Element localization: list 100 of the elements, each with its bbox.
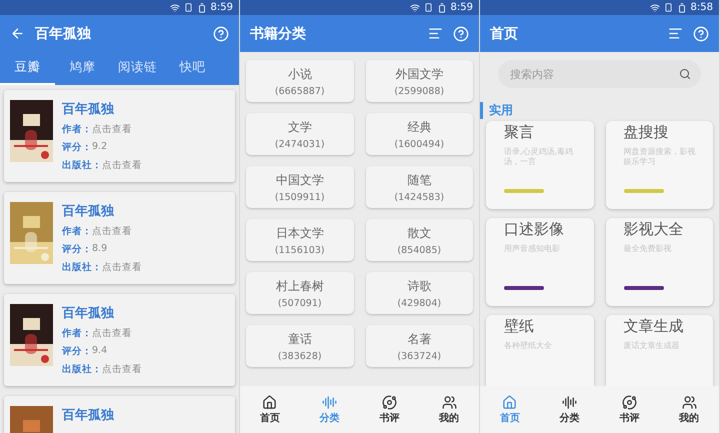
- field-value: 点击查看: [102, 363, 142, 376]
- category-card[interactable]: 诗歌 (429804): [366, 272, 473, 314]
- category-name: 文学: [288, 118, 312, 136]
- category-count: (1509911): [274, 192, 325, 202]
- menu-button[interactable]: [428, 26, 443, 41]
- battery-icon: [436, 2, 447, 12]
- nav-tab[interactable]: 分类: [320, 394, 340, 424]
- home-icon: [502, 394, 518, 410]
- planet-icon: [622, 394, 637, 410]
- category-card[interactable]: 文学 (2474031): [246, 113, 354, 155]
- help-button[interactable]: [693, 26, 709, 42]
- source-tab[interactable]: 快吧: [165, 52, 220, 85]
- status-time: 8:58: [690, 2, 713, 13]
- nav-tab[interactable]: 我的: [679, 394, 700, 424]
- wifi-icon: [650, 2, 660, 12]
- tool-name: 影视大全: [624, 220, 684, 239]
- source-tab[interactable]: 鸠摩: [55, 52, 110, 85]
- field-value: 9.4: [92, 345, 108, 358]
- book-card[interactable]: 百年孤独: [4, 396, 235, 433]
- category-name: 经典: [407, 118, 432, 136]
- people-icon: [682, 394, 697, 410]
- back-button[interactable]: [10, 26, 25, 41]
- category-count: (2474031): [274, 138, 325, 150]
- category-count: (2599088): [394, 86, 444, 96]
- field-label: 出版社：: [62, 363, 102, 376]
- battery-icon: [676, 2, 687, 12]
- field-label: 作者：: [62, 225, 92, 238]
- field-label: 作者：: [62, 327, 92, 340]
- screen-title: 百年孤独: [35, 24, 92, 42]
- category-count: (1600494): [394, 138, 444, 150]
- field-value: 点击查看: [92, 123, 132, 136]
- category-name: 名著: [407, 330, 432, 348]
- field-label: 评分：: [62, 243, 92, 256]
- category-card[interactable]: 随笔 (1424583): [366, 166, 473, 208]
- nav-tab[interactable]: 分类: [560, 394, 580, 424]
- category-card[interactable]: 名著 (363724): [366, 325, 473, 367]
- help-button[interactable]: [453, 26, 469, 42]
- category-count: (383628): [278, 350, 322, 362]
- screen-title: 首页: [490, 24, 519, 42]
- planet-icon: [382, 394, 397, 410]
- book-title: 百年孤独: [62, 305, 115, 322]
- screen-title: 书籍分类: [250, 24, 307, 42]
- nav-tab[interactable]: 首页: [500, 394, 520, 424]
- tool-name: 口述影像: [504, 220, 565, 239]
- wifi-icon: [170, 2, 180, 12]
- category-name: 日本文学: [276, 224, 324, 242]
- field-value: 点击查看: [92, 327, 132, 340]
- source-tab[interactable]: 阅读链: [110, 52, 165, 85]
- book-card[interactable]: 百年孤独 作者：点击查看 评分：8.9 出版社：点击查看: [4, 192, 235, 284]
- category-name: 随笔: [407, 172, 432, 188]
- category-name: 中国文学: [276, 172, 324, 188]
- field-value: 点击查看: [102, 159, 142, 172]
- category-card[interactable]: 散文 (854085): [366, 219, 473, 261]
- field-value: 点击查看: [102, 261, 142, 274]
- category-name: 童话: [288, 330, 312, 348]
- field-label: 作者：: [62, 123, 92, 136]
- category-card[interactable]: 外国文学 (2599088): [366, 60, 473, 102]
- category-count: (1424583): [394, 192, 444, 202]
- category-name: 外国文学: [395, 66, 444, 82]
- category-card[interactable]: 经典 (1600494): [366, 113, 473, 155]
- search-icon: [679, 68, 691, 80]
- category-name: 诗歌: [407, 278, 432, 294]
- wifi-icon: [410, 2, 420, 12]
- status-time: 8:59: [450, 2, 473, 13]
- category-count: (363724): [397, 350, 442, 362]
- category-card[interactable]: 童话 (383628): [246, 325, 354, 367]
- category-name: 散文: [407, 224, 432, 242]
- tool-name: 文章生成: [624, 317, 684, 336]
- category-count: (6665887): [274, 86, 325, 96]
- book-title: 百年孤独: [62, 101, 115, 118]
- category-count: (854085): [397, 244, 442, 256]
- book-title: 百年孤独: [62, 407, 114, 424]
- category-count: (1156103): [274, 244, 325, 256]
- category-card[interactable]: 村上春树 (507091): [246, 272, 354, 314]
- source-tab[interactable]: 豆瓣: [0, 52, 55, 85]
- field-label: 评分：: [62, 345, 92, 358]
- category-count: (507091): [278, 298, 322, 308]
- nav-tab[interactable]: 首页: [260, 394, 280, 424]
- help-button[interactable]: [213, 26, 229, 42]
- category-card[interactable]: 小说 (6665887): [246, 60, 354, 102]
- battery-icon: [196, 2, 207, 12]
- tool-name: 壁纸: [504, 317, 535, 336]
- book-title: 百年孤独: [62, 203, 115, 220]
- book-card[interactable]: 百年孤独 作者：点击查看 评分：9.4 出版社：点击查看: [4, 294, 235, 386]
- field-value: 8.9: [92, 243, 108, 256]
- nav-tab[interactable]: 我的: [439, 394, 460, 424]
- field-label: 出版社：: [62, 159, 102, 172]
- category-card[interactable]: 中国文学 (1509911): [246, 166, 354, 208]
- status-time: 8:59: [210, 2, 233, 13]
- book-card[interactable]: 百年孤独 作者：点击查看 评分：9.2 出版社：点击查看: [4, 90, 235, 182]
- menu-button[interactable]: [668, 26, 683, 41]
- waveform-icon: [322, 394, 338, 410]
- category-name: 村上春树: [276, 278, 324, 294]
- search-field[interactable]: 搜索内容: [498, 60, 701, 88]
- category-card[interactable]: 日本文学 (1156103): [246, 219, 354, 261]
- people-icon: [442, 394, 457, 410]
- field-label: 出版社：: [62, 261, 102, 274]
- nav-tab[interactable]: 书评: [619, 394, 640, 424]
- nav-tab[interactable]: 书评: [379, 394, 400, 424]
- category-name: 小说: [288, 66, 312, 82]
